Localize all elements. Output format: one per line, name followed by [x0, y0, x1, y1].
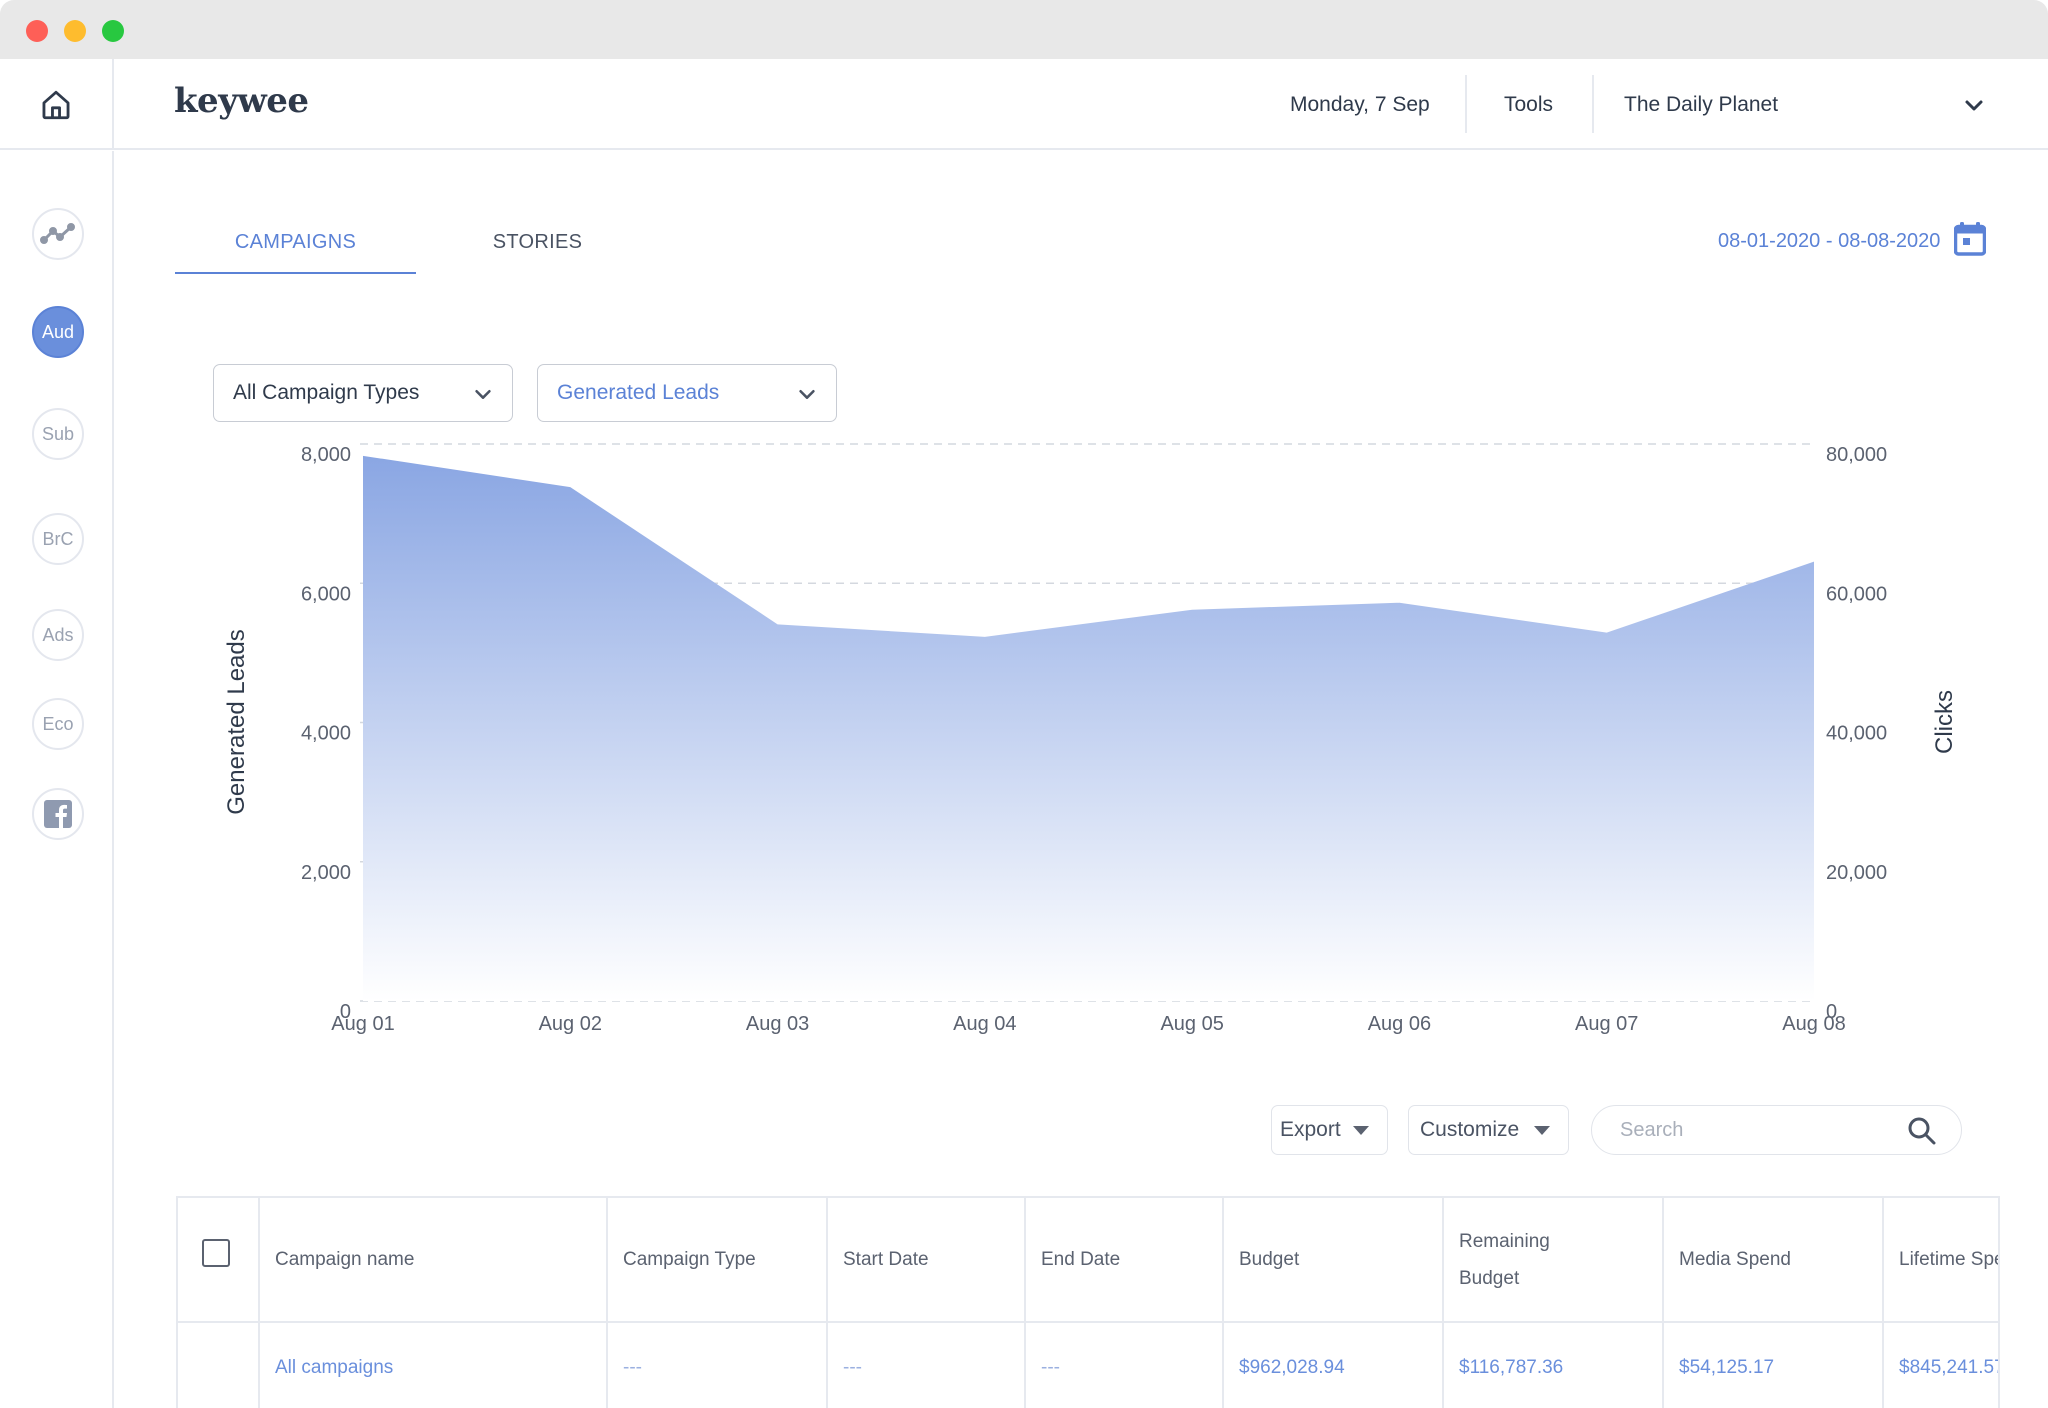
home-icon [42, 90, 70, 119]
caret-down-icon [1353, 1126, 1369, 1135]
sidebar-item-brc[interactable]: BrC [32, 513, 84, 565]
header-divider [1465, 75, 1467, 133]
column-header-media-spend[interactable]: Media Spend [1663, 1198, 1884, 1323]
chart-gridlines [360, 443, 1816, 1002]
x-tick-label: Aug 04 [953, 1013, 1016, 1035]
window-close-button[interactable] [26, 20, 48, 42]
metric-dropdown[interactable]: Generated Leads [537, 364, 837, 422]
date-range-picker[interactable]: 08-01-2020 - 08-08-2020 [1718, 226, 1940, 256]
column-header-campaign-type[interactable]: Campaign Type [607, 1198, 828, 1323]
y-tick-label: 2,000 [301, 862, 351, 884]
search-input[interactable] [1620, 1114, 1880, 1146]
y-tick-label: 6,000 [301, 583, 351, 605]
table-header-row: Campaign name Campaign Type Start Date E… [178, 1198, 1998, 1323]
sidebar-item-facebook[interactable] [32, 788, 84, 840]
cell-lifetime-spend: $845,241.57 [1883, 1322, 1998, 1408]
area-series-fill [363, 455, 1814, 1001]
x-tick-label: Aug 06 [1368, 1013, 1431, 1035]
cell-campaign-name[interactable]: All campaigns [259, 1322, 608, 1408]
table-row: All campaigns --- --- --- $962,028.94 $1… [178, 1322, 1998, 1408]
sidebar-item-eco[interactable]: Eco [32, 698, 84, 750]
caret-down-icon [1534, 1126, 1550, 1135]
trend-line-icon [40, 223, 75, 244]
column-header-lifetime-spend[interactable]: Lifetime Spend [1883, 1198, 1998, 1323]
search-icon[interactable] [1907, 1116, 1937, 1146]
organization-selector[interactable]: The Daily Planet [1624, 59, 1778, 150]
x-tick-label: Aug 05 [1160, 1013, 1223, 1035]
window-maximize-button[interactable] [102, 20, 124, 42]
sidebar: Aud Sub BrC Ads Eco [0, 151, 114, 1408]
export-button[interactable]: Export [1271, 1105, 1388, 1155]
cell-end-date: --- [1025, 1322, 1224, 1408]
export-label: Export [1280, 1118, 1341, 1141]
top-header: keywee Monday, 7 Sep Tools The Daily Pla… [0, 59, 2048, 150]
sidebar-item-ads[interactable]: Ads [32, 609, 84, 661]
column-header-remaining-budget[interactable]: Remaining Budget [1443, 1198, 1664, 1323]
chevron-down-icon [799, 389, 815, 399]
calendar-icon[interactable] [1954, 222, 1986, 256]
customize-label: Customize [1420, 1118, 1520, 1141]
chart-y2-axis-title: Clicks [1931, 690, 1958, 754]
column-header-end-date[interactable]: End Date [1025, 1198, 1224, 1323]
chart-y-axis-left: 0 2,000 4,000 6,000 8,000 [301, 444, 351, 1023]
chart-y-axis-right: 0 20,000 40,000 60,000 80,000 [1826, 444, 1887, 1023]
x-tick-label: Aug 08 [1782, 1013, 1845, 1035]
tab-campaigns[interactable]: CAMPAIGNS [175, 222, 416, 274]
search-box [1591, 1105, 1962, 1155]
x-tick-label: Aug 02 [539, 1013, 602, 1035]
row-select-cell [178, 1322, 260, 1408]
y-tick-label: 0 [340, 1001, 351, 1023]
customize-button[interactable]: Customize [1408, 1105, 1569, 1155]
y2-tick-label: 60,000 [1826, 583, 1887, 605]
y-tick-label: 4,000 [301, 723, 351, 745]
cell-budget: $962,028.94 [1223, 1322, 1444, 1408]
y2-tick-label: 40,000 [1826, 723, 1887, 745]
cell-media-spend: $54,125.17 [1663, 1322, 1884, 1408]
x-tick-label: Aug 01 [331, 1013, 394, 1035]
window-titlebar [0, 0, 2048, 59]
chart-x-axis: Aug 01 Aug 02 Aug 03 Aug 04 Aug 05 Aug 06 Aug … [331, 1013, 1845, 1035]
select-all-cell [178, 1198, 260, 1323]
chevron-down-icon [475, 389, 491, 399]
window-minimize-button[interactable] [64, 20, 86, 42]
campaign-type-value: All Campaign Types [233, 381, 420, 404]
column-header-start-date[interactable]: Start Date [827, 1198, 1026, 1323]
campaigns-table: Campaign name Campaign Type Start Date E… [176, 1196, 2000, 1408]
sidebar-item-sub[interactable]: Sub [32, 408, 84, 460]
y2-tick-label: 0 [1826, 1001, 1837, 1023]
x-tick-label: Aug 03 [746, 1013, 809, 1035]
metric-value: Generated Leads [557, 381, 720, 404]
column-header-campaign-name[interactable]: Campaign name [259, 1198, 608, 1323]
y-tick-label: 8,000 [301, 444, 351, 466]
column-header-budget[interactable]: Budget [1223, 1198, 1444, 1323]
chart-area-series [363, 455, 1814, 1001]
app-logo[interactable]: keywee [174, 81, 309, 121]
tab-stories[interactable]: STORIES [440, 222, 635, 274]
chevron-down-icon[interactable] [1962, 93, 1986, 117]
campaign-type-dropdown[interactable]: All Campaign Types [213, 364, 513, 422]
cell-start-date: --- [827, 1322, 1026, 1408]
x-tick-label: Aug 07 [1575, 1013, 1638, 1035]
header-divider [1592, 75, 1594, 133]
current-date: Monday, 7 Sep [1290, 93, 1430, 116]
facebook-icon [44, 800, 72, 828]
sidebar-item-trends[interactable] [32, 208, 84, 260]
chart-y-axis-title: Generated Leads [223, 629, 250, 814]
y2-tick-label: 80,000 [1826, 444, 1887, 466]
y2-tick-label: 20,000 [1826, 862, 1887, 884]
cell-remaining-budget: $116,787.36 [1443, 1322, 1664, 1408]
tools-menu[interactable]: Tools [1504, 59, 1553, 150]
cell-campaign-type: --- [607, 1322, 828, 1408]
home-button[interactable] [0, 59, 114, 150]
select-all-checkbox[interactable] [202, 1239, 230, 1267]
sidebar-item-aud[interactable]: Aud [32, 306, 84, 358]
